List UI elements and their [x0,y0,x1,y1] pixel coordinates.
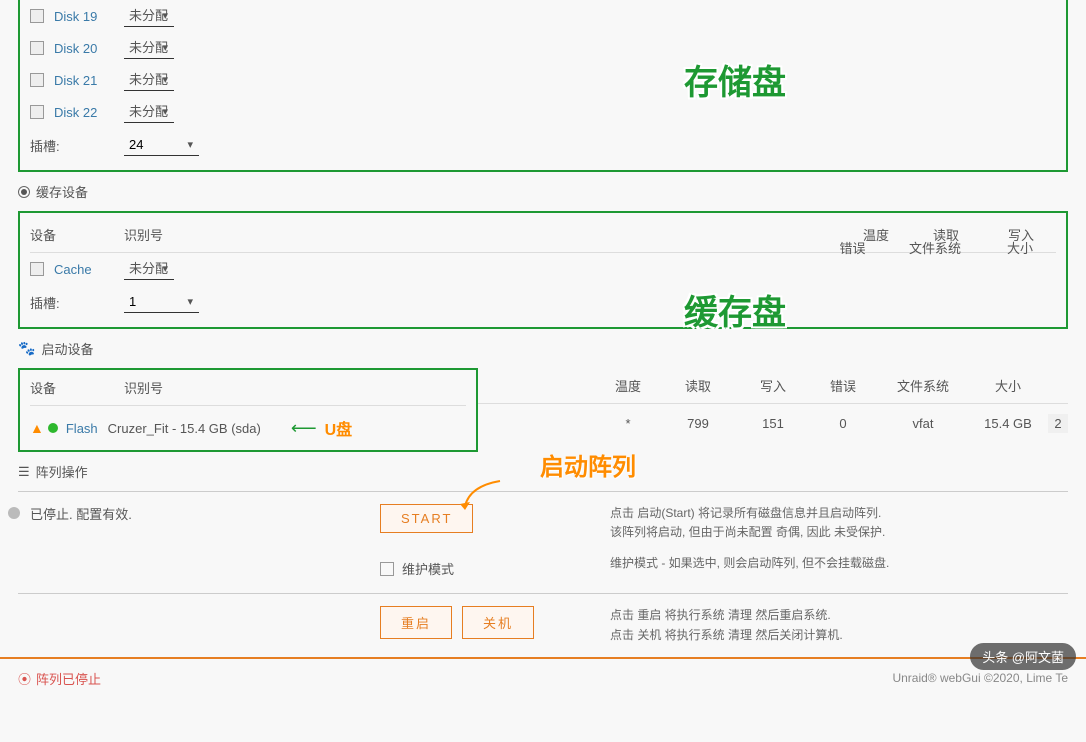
arrow-icon [460,476,510,516]
footer-copyright: Unraid® webGui ©2020, Lime Te [892,671,1068,685]
disk-checkbox[interactable] [30,41,44,55]
disk-checkbox[interactable] [30,9,44,23]
disk-label[interactable]: Disk 22 [54,105,124,120]
col-id: 识别号 [124,225,846,244]
watermark: 头条 @阿文菌 [970,643,1076,670]
annotation-start-array: 启动阵列 [540,447,636,482]
cache-checkbox[interactable] [30,262,44,276]
col-temp: 温度 [598,376,658,395]
col-device: 设备 [30,378,124,397]
annotation-storage: 存储盘 [684,55,786,104]
warning-icon: ▲ [30,420,44,436]
col-error: 错误 [808,376,878,395]
flash-extra: 2 [1048,414,1068,433]
flash-id: Cruzer_Fit - 15.4 GB (sda) [108,421,261,436]
maintenance-desc: 维护模式 - 如果选中, 则会启动阵列, 但不会挂载磁盘. [610,554,1086,573]
disk-checkbox[interactable] [30,73,44,87]
stop-icon: ⦿ [18,669,31,688]
status-dot-icon [8,507,20,519]
ops-icon: ☰ [18,464,30,480]
shutdown-desc: 点击 关机 将执行系统 清理 然后关闭计算机. [610,626,1086,645]
disk-label[interactable]: Disk 19 [54,9,124,24]
disk-label[interactable]: Disk 21 [54,73,124,88]
flash-size: 15.4 GB [968,416,1048,431]
cache-select[interactable]: 未分配 [124,258,174,280]
shutdown-button[interactable]: 关机 [462,606,534,639]
annotation-usb: U盘 [325,416,353,440]
footer-status: ⦿ 阵列已停止 [18,669,101,688]
cache-slot-select[interactable]: 1 [124,291,199,313]
status-dot-icon [48,423,58,433]
start-desc-1: 点击 启动(Start) 将记录所有磁盘信息并且启动阵列. [610,504,1086,523]
disk-select[interactable]: 未分配 [124,5,174,27]
flash-fs: vfat [878,416,968,431]
annotation-cache: 缓存盘 [684,285,786,334]
flash-temp: * [598,416,658,431]
disk-select[interactable]: 未分配 [124,101,174,123]
start-desc-2: 该阵列将启动, 但由于尚未配置 奇偶, 因此 未受保护. [610,523,1086,542]
flash-write: 151 [738,416,808,431]
arrow-icon: ⟵ [291,418,317,439]
flash-read: 799 [658,416,738,431]
col-error: 错误 [815,238,890,257]
reboot-button[interactable]: 重启 [380,606,452,639]
boot-section-header: 🐾 启动设备 [0,329,1086,368]
array-ops-header: ☰ 阵列操作 启动阵列 [0,452,1086,491]
cache-label[interactable]: Cache [54,262,124,277]
slot-label: 插槽: [30,293,124,312]
col-id: 识别号 [124,378,466,397]
slot-select[interactable]: 24 [124,134,199,156]
paw-icon: 🐾 [18,340,35,357]
disk-select[interactable]: 未分配 [124,69,174,91]
disk-select[interactable]: 未分配 [124,37,174,59]
flash-link[interactable]: Flash [66,421,98,436]
radio-icon [18,186,30,198]
col-read: 读取 [658,376,738,395]
col-size: 大小 [968,376,1048,395]
array-status: 已停止. 配置有效. [30,504,132,523]
col-device: 设备 [30,225,124,244]
maintenance-checkbox[interactable] [380,562,394,576]
flash-error: 0 [808,416,878,431]
cache-section-header: 缓存设备 [0,172,1086,211]
reboot-desc: 点击 重启 将执行系统 清理 然后重启系统. [610,606,1086,625]
col-fs: 文件系统 [890,238,980,257]
maintenance-label: 维护模式 [402,559,454,578]
disk-label[interactable]: Disk 20 [54,41,124,56]
col-fs: 文件系统 [878,376,968,395]
slot-label: 插槽: [30,136,124,155]
col-write: 写入 [738,376,808,395]
disk-checkbox[interactable] [30,105,44,119]
col-size: 大小 [980,238,1060,257]
